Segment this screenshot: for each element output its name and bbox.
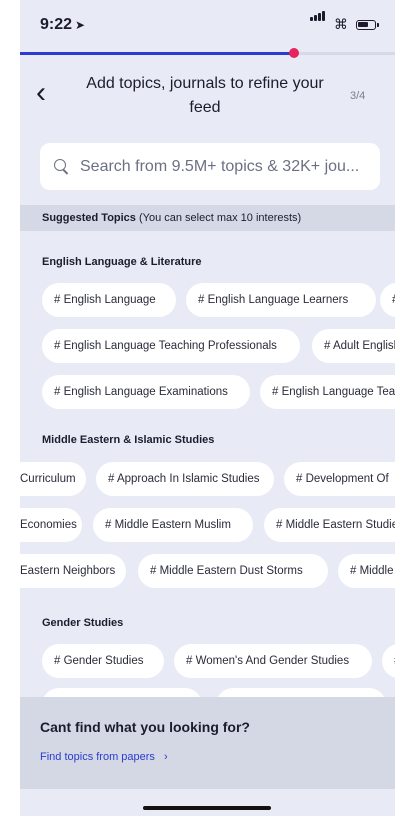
topic-chip[interactable]: Economies (20, 508, 82, 542)
topic-chip[interactable]: # English Language Learners (186, 283, 376, 317)
topic-chip[interactable]: # Adult English (312, 329, 395, 363)
topic-chip[interactable]: # Middle Eastern Studies (264, 508, 395, 542)
search-input[interactable] (80, 157, 380, 176)
chevron-left-icon[interactable]: ‹ (36, 78, 46, 108)
battery-icon (356, 20, 379, 30)
topic-chip[interactable]: # Women's And Gender Studies (174, 644, 372, 678)
search-bar[interactable] (40, 143, 380, 190)
status-bar: 9:22 ➤ ⌘ (20, 0, 395, 44)
time-text: 9:22 (40, 16, 73, 33)
topic-row: Curriculum # Approach In Islamic Studies… (20, 462, 395, 496)
topic-chip[interactable]: # Middle Eastern Muslim (93, 508, 253, 542)
topic-chip[interactable]: Eastern Neighbors (20, 554, 126, 588)
chevron-right-icon: › (164, 751, 168, 763)
topic-chip[interactable]: Curriculum (20, 462, 86, 496)
topic-chip[interactable]: # English Language (42, 283, 176, 317)
section-title: English Language & Literature (42, 256, 202, 268)
suggested-note: (You can select max 10 interests) (138, 212, 302, 224)
topic-chip[interactable]: # English Language Teaching Professional… (42, 329, 300, 363)
topic-chip[interactable]: # (382, 644, 395, 678)
search-icon (54, 158, 70, 175)
section-title: Gender Studies (42, 617, 124, 629)
location-arrow-icon: ➤ (75, 18, 86, 32)
page-title: Add topics, journals to refine your feed (86, 75, 324, 116)
topic-chip[interactable]: # English Language Examinations (42, 375, 250, 409)
progress-bar (20, 48, 395, 58)
section-title: Middle Eastern & Islamic Studies (42, 434, 215, 446)
step-counter: 3/4 (350, 90, 366, 102)
home-indicator[interactable] (143, 806, 271, 810)
topic-chip[interactable]: # Development Of (284, 462, 395, 496)
find-topics-label: Find topics from papers (40, 751, 155, 763)
topic-chip[interactable]: # Middle (338, 554, 395, 588)
topic-chip[interactable]: # Gender Studies (42, 644, 164, 678)
topic-row: # English Language Examinations # Englis… (20, 375, 395, 409)
topic-row: Eastern Neighbors # Middle Eastern Dust … (20, 554, 395, 588)
topic-row: # Gender Studies # Women's And Gender St… (20, 644, 395, 678)
topic-chip[interactable]: # Middle Eastern Dust Storms (138, 554, 328, 588)
help-card: Cant find what you looking for? Find top… (20, 697, 395, 789)
topic-row: Economies # Middle Eastern Muslim # Midd… (20, 508, 395, 542)
topic-chip[interactable]: # English (380, 283, 395, 317)
suggested-topics-banner: Suggested Topics (You can select max 10 … (20, 205, 395, 231)
progress-indicator (288, 48, 299, 58)
wifi-icon: ⌘ (334, 16, 348, 32)
help-question: Cant find what you looking for? (40, 719, 250, 735)
topic-chip[interactable]: # English Language Teaching (260, 375, 395, 409)
topic-chip[interactable]: # Approach In Islamic Studies (96, 462, 274, 496)
suggested-title: Suggested Topics (42, 212, 136, 224)
screen: 9:22 ➤ ⌘ ‹ Add topics, journals to refine… (20, 0, 395, 816)
progress-fill (20, 52, 294, 55)
status-time: 9:22 ➤ (40, 16, 85, 34)
topic-row: # English Language Teaching Professional… (20, 329, 395, 363)
find-topics-link[interactable]: Find topics from papers › (40, 751, 168, 763)
topic-row: # English Language # English Language Le… (20, 283, 395, 317)
